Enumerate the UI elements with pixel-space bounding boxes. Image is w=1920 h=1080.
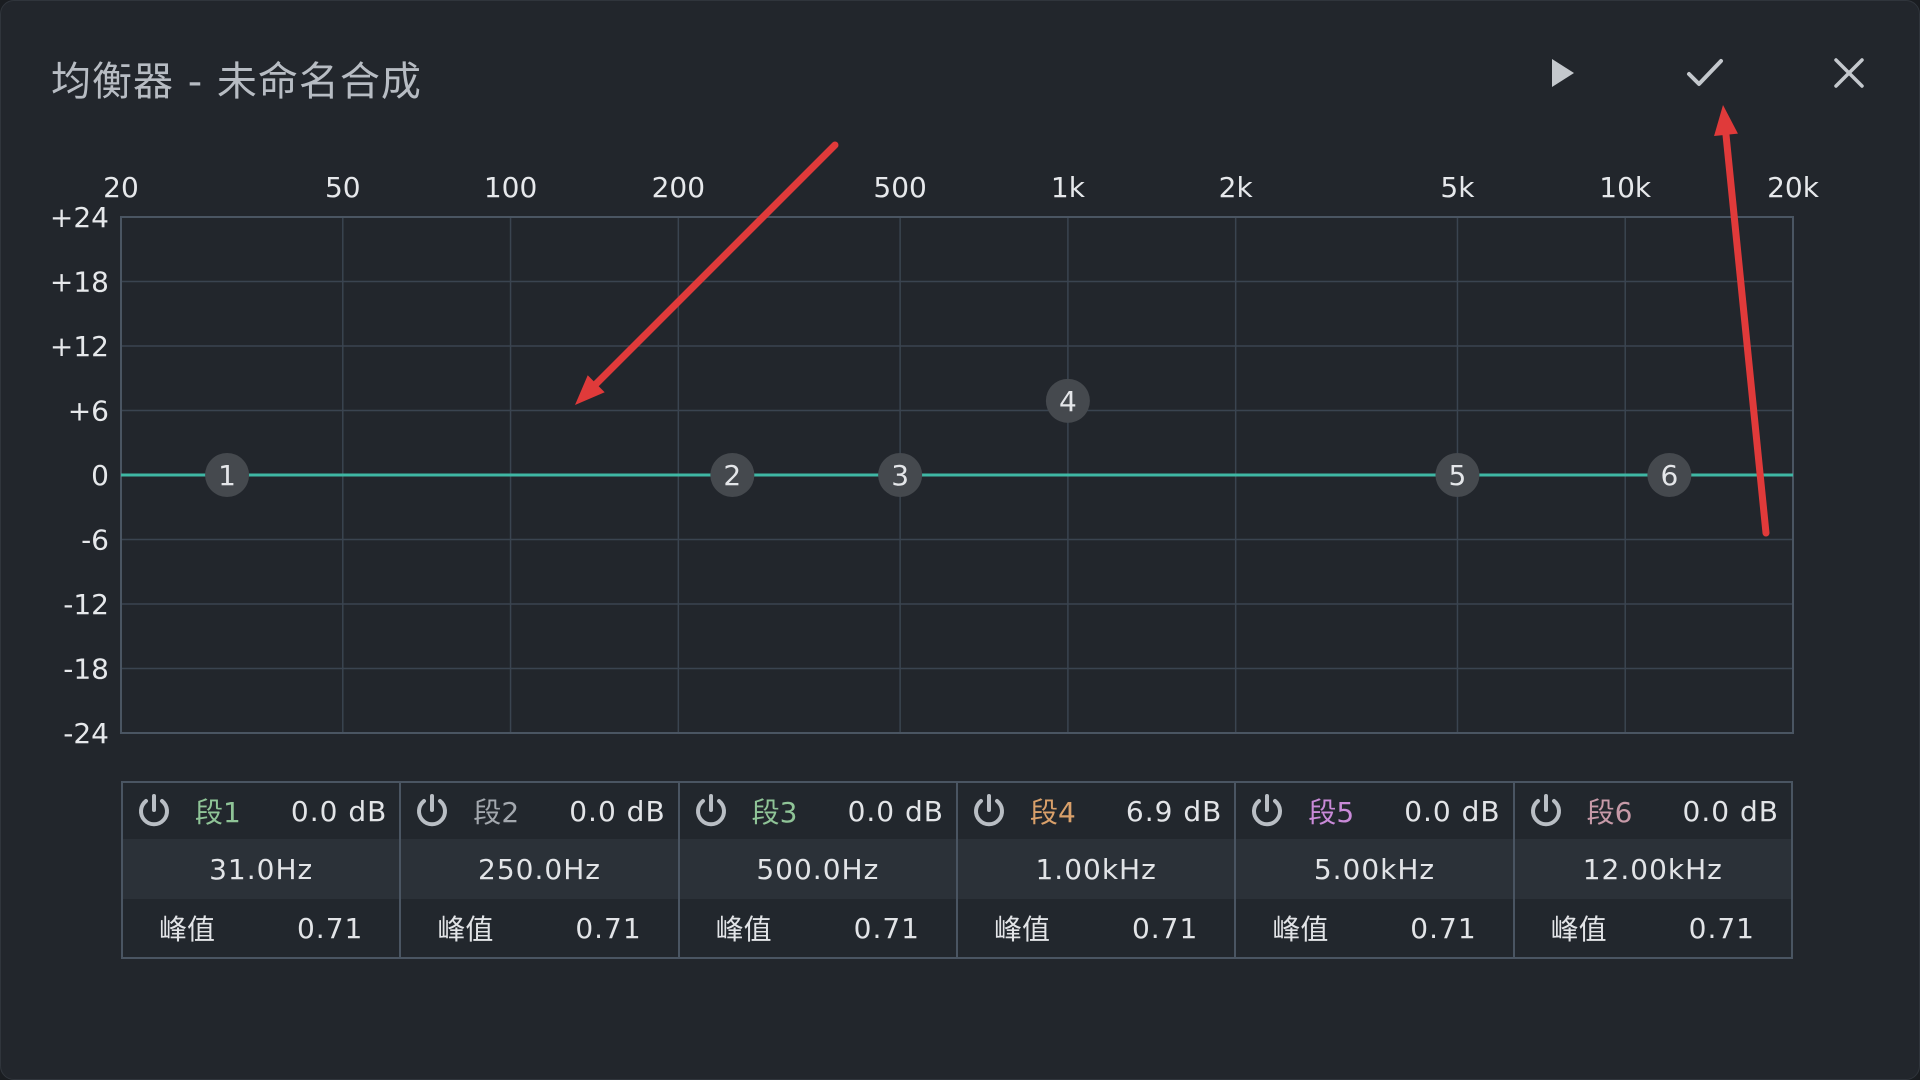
arrow-head [1714, 105, 1738, 137]
band-column-1: 段1 0.0 dB 31.0Hz 峰值 0.71 [123, 783, 402, 957]
band-frequency[interactable]: 12.00kHz [1514, 839, 1791, 899]
arrow-shaft [592, 141, 839, 388]
band-gain[interactable]: 0.0 dB [1683, 795, 1779, 828]
band-gain[interactable]: 0.0 dB [1404, 795, 1500, 828]
band-node-6[interactable]: 6 [1647, 453, 1692, 497]
band-frequency[interactable]: 500.0Hz [679, 839, 956, 899]
band-gain[interactable]: 0.0 dB [848, 795, 944, 828]
band-q-value[interactable]: 0.71 [1132, 912, 1198, 945]
band-q-row: 峰值 0.71 [401, 899, 677, 957]
band-filter-type[interactable]: 峰值 [1272, 908, 1328, 948]
band-name: 段3 [751, 796, 798, 829]
band-column-5: 段5 0.0 dB 5.00kHz 峰值 0.71 [1236, 783, 1515, 957]
band-q-value[interactable]: 0.71 [575, 912, 641, 945]
x-tick-label: 2k [1219, 171, 1254, 204]
band-node-label: 3 [891, 459, 909, 492]
y-tick-label: -18 [63, 653, 109, 686]
power-icon[interactable] [1527, 792, 1565, 830]
band-node-2[interactable]: 2 [710, 453, 755, 497]
band-panel: 段1 0.0 dB 31.0Hz 峰值 0.71 段2 0.0 dB 250.0Hz 峰值 0.7… [121, 781, 1793, 959]
y-tick-label: +18 [50, 266, 109, 299]
band-nodes[interactable]: 1 2 3 4 5 6 [205, 378, 1692, 497]
band-node-3[interactable]: 3 [878, 453, 923, 497]
band-gain[interactable]: 0.0 dB [569, 795, 665, 828]
band-column-2: 段2 0.0 dB 250.0Hz 峰值 0.71 [401, 783, 680, 957]
equalizer-dialog: 均衡器 - 未命名合成 20 50 100 200 500 1k 2k 5k 10k 20k +2… [0, 0, 1920, 1080]
power-icon[interactable] [970, 792, 1008, 830]
band-q-value[interactable]: 0.71 [297, 912, 363, 945]
band-q-value[interactable]: 0.71 [1689, 912, 1755, 945]
band-q-value[interactable]: 0.71 [1410, 912, 1476, 945]
power-icon[interactable] [135, 792, 173, 830]
band-column-3: 段3 0.0 dB 500.0Hz 峰值 0.71 [679, 783, 958, 957]
band-q-row: 峰值 0.71 [958, 899, 1234, 957]
band-filter-type[interactable]: 峰值 [159, 908, 215, 948]
annotation-arrows [575, 105, 1770, 537]
band-frequency[interactable]: 5.00kHz [1236, 839, 1513, 899]
band-name: 段5 [1308, 796, 1355, 829]
power-icon[interactable] [692, 792, 730, 830]
band-frequency[interactable]: 31.0Hz [123, 839, 400, 899]
y-tick-label: +12 [50, 330, 109, 363]
x-tick-label: 10k [1599, 171, 1652, 204]
band-frequency[interactable]: 250.0Hz [401, 839, 678, 899]
x-tick-label: 100 [484, 171, 537, 204]
band-header: 段1 0.0 dB [123, 783, 399, 839]
x-tick-label: 200 [652, 171, 705, 204]
band-header: 段3 0.0 dB [680, 783, 956, 839]
band-q-value[interactable]: 0.71 [854, 912, 920, 945]
x-tick-label: 20 [103, 171, 139, 204]
y-axis-labels: +24 +18 +12 +6 0 -6 -12 -18 -24 [50, 201, 109, 750]
x-tick-label: 1k [1051, 171, 1086, 204]
band-node-label: 5 [1449, 459, 1467, 492]
y-tick-label: -24 [63, 717, 109, 750]
band-name: 段1 [195, 796, 241, 829]
y-tick-label: -12 [63, 588, 109, 621]
x-tick-label: 20k [1767, 171, 1820, 204]
band-header: 段5 0.0 dB [1236, 783, 1512, 839]
power-icon[interactable] [413, 792, 451, 830]
band-node-4[interactable]: 4 [1045, 378, 1090, 423]
band-node-1[interactable]: 1 [205, 453, 250, 497]
band-filter-type[interactable]: 峰值 [994, 908, 1050, 948]
band-name: 段2 [473, 796, 520, 829]
x-axis-labels: 20 50 100 200 500 1k 2k 5k 10k 20k [103, 171, 1820, 204]
band-name: 段4 [1029, 796, 1076, 829]
band-header: 段2 0.0 dB [401, 783, 677, 839]
band-filter-type[interactable]: 峰值 [716, 908, 772, 948]
band-filter-type[interactable]: 峰值 [1551, 908, 1607, 948]
band-column-6: 段6 0.0 dB 12.00kHz 峰值 0.71 [1514, 783, 1791, 957]
x-tick-label: 50 [325, 171, 361, 204]
band-q-row: 峰值 0.71 [1236, 899, 1512, 957]
band-name: 段6 [1586, 796, 1633, 829]
band-header: 段6 0.0 dB [1515, 783, 1791, 839]
band-filter-type[interactable]: 峰值 [437, 908, 493, 948]
band-gain[interactable]: 0.0 dB [291, 795, 387, 828]
x-tick-label: 500 [873, 171, 926, 204]
y-tick-label: +6 [68, 395, 109, 428]
band-gain[interactable]: 6.9 dB [1126, 795, 1222, 828]
band-column-4: 段4 6.9 dB 1.00kHz 峰值 0.71 [957, 783, 1237, 957]
y-tick-label: 0 [91, 459, 109, 492]
arrow-shaft [1722, 131, 1770, 537]
band-q-row: 峰值 0.71 [680, 899, 956, 957]
band-node-label: 1 [218, 459, 236, 492]
band-q-row: 峰值 0.71 [123, 899, 399, 957]
y-tick-label: -6 [81, 524, 109, 557]
power-icon[interactable] [1248, 792, 1286, 830]
band-q-row: 峰值 0.71 [1515, 899, 1791, 957]
band-frequency[interactable]: 1.00kHz [957, 839, 1235, 899]
annotation-arrow-right [1714, 105, 1770, 537]
x-tick-label: 5k [1440, 171, 1475, 204]
band-header: 段4 6.9 dB [958, 783, 1234, 839]
band-node-label: 4 [1059, 385, 1077, 418]
band-node-label: 2 [723, 459, 741, 492]
band-node-5[interactable]: 5 [1435, 453, 1480, 497]
y-tick-label: +24 [50, 201, 109, 234]
band-node-label: 6 [1660, 459, 1678, 492]
